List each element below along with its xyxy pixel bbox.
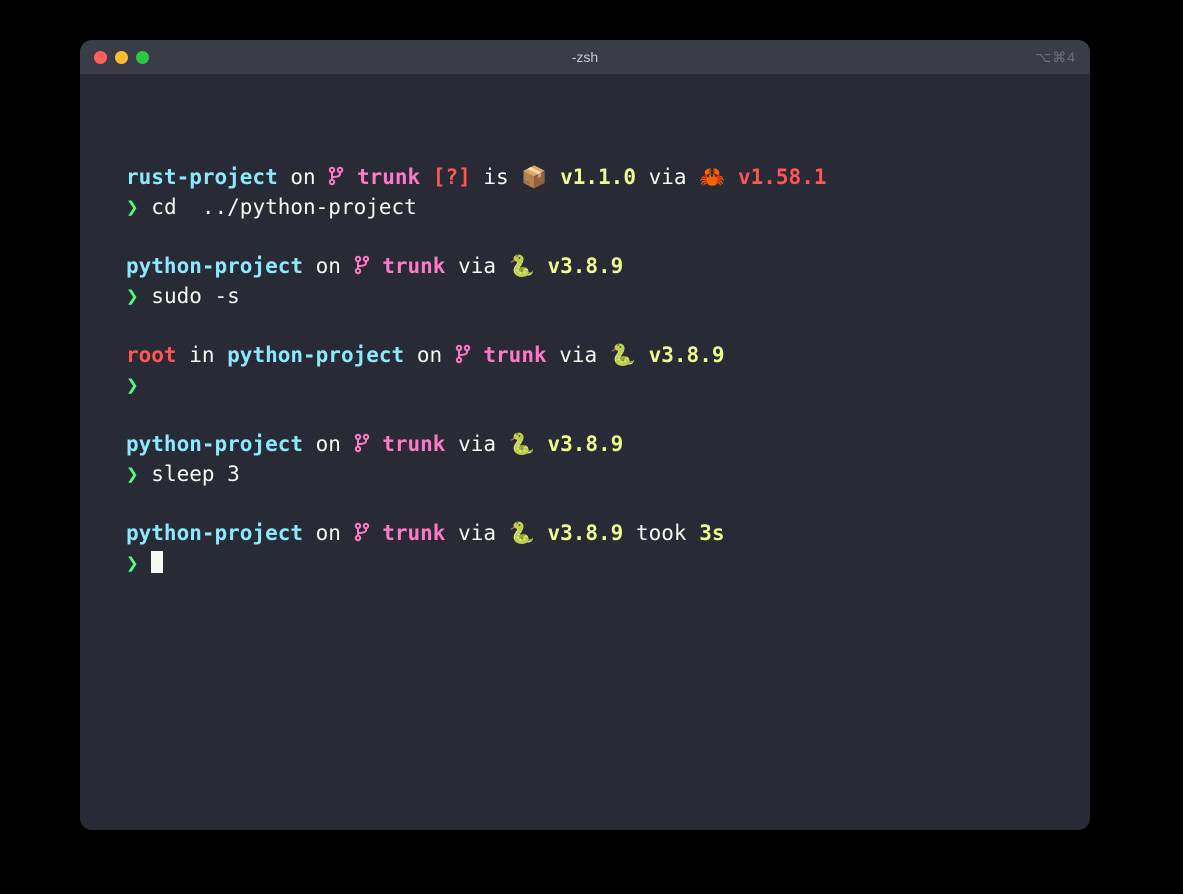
prompt-segment: trunk <box>471 343 547 367</box>
prompt-segment: v1.58.1 <box>738 165 827 189</box>
prompt-segment: python-project <box>126 432 303 456</box>
command-text: cd ../python-project <box>151 195 417 219</box>
prompt-segment: on <box>404 343 455 367</box>
prompt-segment: via <box>445 432 508 456</box>
tab-shortcut-indicator: ⌥⌘4 <box>1035 49 1076 66</box>
prompt-segment: via <box>636 165 699 189</box>
command-text: sudo -s <box>151 284 240 308</box>
command-text: sleep 3 <box>151 462 240 486</box>
git-branch-icon <box>354 255 370 275</box>
prompt-segment: v3.8.9 <box>649 343 725 367</box>
prompt-segment: python-project <box>126 254 303 278</box>
prompt-block: python-project on trunk via 🐍 v3.8.9❯ su… <box>126 251 1044 312</box>
prompt-segment: root <box>126 343 177 367</box>
traffic-lights <box>94 51 149 64</box>
prompt-block: python-project on trunk via 🐍 v3.8.9❯ sl… <box>126 429 1044 490</box>
git-branch-icon <box>354 432 370 456</box>
prompt-segment: rust-project <box>126 165 278 189</box>
command-line[interactable]: ❯ sudo -s <box>126 281 1044 311</box>
command-line[interactable]: ❯ <box>126 548 1044 578</box>
prompt-segment: [?] <box>420 165 471 189</box>
prompt-segment: python-project <box>227 343 404 367</box>
prompt-block: rust-project on trunk [?] is 📦 v1.1.0 vi… <box>126 162 1044 223</box>
command-line[interactable]: ❯ sleep 3 <box>126 459 1044 489</box>
prompt-line: python-project on trunk via 🐍 v3.8.9 too… <box>126 518 1044 548</box>
prompt-segment: on <box>303 254 354 278</box>
prompt-segment: trunk <box>370 521 446 545</box>
prompt-segment: on <box>303 432 354 456</box>
git-branch-icon <box>455 344 471 364</box>
prompt-segment: took <box>623 521 699 545</box>
prompt-segment: 🐍 <box>509 254 548 278</box>
terminal-body[interactable]: rust-project on trunk [?] is 📦 v1.1.0 vi… <box>80 74 1090 830</box>
prompt-block: python-project on trunk via 🐍 v3.8.9 too… <box>126 518 1044 579</box>
prompt-segment: on <box>303 521 354 545</box>
git-branch-icon <box>354 254 370 278</box>
minimize-button[interactable] <box>115 51 128 64</box>
prompt-segment: 📦 <box>521 165 560 189</box>
prompt-symbol: ❯ <box>126 551 151 575</box>
window-title: -zsh <box>80 49 1090 65</box>
prompt-line: python-project on trunk via 🐍 v3.8.9 <box>126 251 1044 281</box>
prompt-segment: via <box>445 521 508 545</box>
prompt-segment: v3.8.9 <box>547 432 623 456</box>
prompt-segment: trunk <box>370 432 446 456</box>
prompt-segment: trunk <box>370 254 446 278</box>
prompt-segment: 🐍 <box>610 343 649 367</box>
prompt-segment: v3.8.9 <box>547 521 623 545</box>
prompt-symbol: ❯ <box>126 284 151 308</box>
prompt-segment: v3.8.9 <box>547 254 623 278</box>
prompt-line: root in python-project on trunk via 🐍 v3… <box>126 340 1044 370</box>
terminal-window: -zsh ⌥⌘4 rust-project on trunk [?] is 📦 … <box>80 40 1090 830</box>
titlebar: -zsh ⌥⌘4 <box>80 40 1090 74</box>
prompt-symbol: ❯ <box>126 195 151 219</box>
prompt-segment: 🦀 <box>699 165 738 189</box>
prompt-segment: is <box>471 165 522 189</box>
prompt-segment: v1.1.0 <box>560 165 636 189</box>
git-branch-icon <box>354 522 370 542</box>
prompt-line: python-project on trunk via 🐍 v3.8.9 <box>126 429 1044 459</box>
prompt-segment: in <box>177 343 228 367</box>
prompt-symbol: ❯ <box>126 462 151 486</box>
command-line[interactable]: ❯ cd ../python-project <box>126 192 1044 222</box>
prompt-block: root in python-project on trunk via 🐍 v3… <box>126 340 1044 401</box>
zoom-button[interactable] <box>136 51 149 64</box>
git-branch-icon <box>354 433 370 453</box>
prompt-segment: via <box>445 254 508 278</box>
prompt-segment: 🐍 <box>509 521 548 545</box>
prompt-segment: via <box>547 343 610 367</box>
close-button[interactable] <box>94 51 107 64</box>
prompt-segment: 3s <box>699 521 724 545</box>
prompt-segment: on <box>278 165 329 189</box>
prompt-segment: trunk <box>344 165 420 189</box>
prompt-segment: 🐍 <box>509 432 548 456</box>
prompt-line: rust-project on trunk [?] is 📦 v1.1.0 vi… <box>126 162 1044 192</box>
cursor <box>151 551 163 573</box>
command-line[interactable]: ❯ <box>126 370 1044 400</box>
prompt-segment: python-project <box>126 521 303 545</box>
git-branch-icon <box>328 166 344 186</box>
git-branch-icon <box>354 521 370 545</box>
prompt-symbol: ❯ <box>126 373 151 397</box>
git-branch-icon <box>455 343 471 367</box>
git-branch-icon <box>328 165 344 189</box>
